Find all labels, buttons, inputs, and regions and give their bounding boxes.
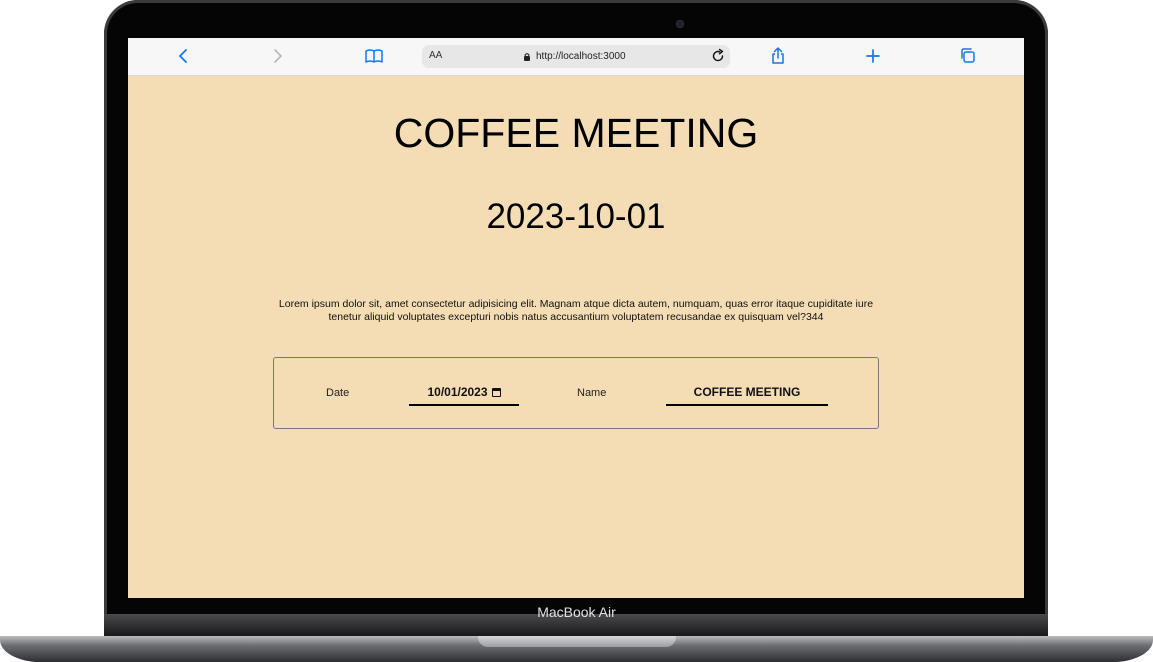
- chevron-right-icon: [274, 49, 282, 63]
- back-button[interactable]: [173, 46, 193, 66]
- page-title: COFFEE MEETING: [393, 110, 759, 156]
- browser-toolbar: AA http://localhost:3000: [128, 38, 1024, 76]
- reload-icon[interactable]: [710, 48, 726, 64]
- chevron-left-icon: [179, 49, 187, 63]
- browser-window: AA http://localhost:3000 COFFEE MEETING …: [128, 38, 1024, 598]
- forward-button[interactable]: [268, 46, 288, 66]
- page-date: 2023-10-01: [486, 197, 666, 236]
- book-icon: [365, 49, 383, 63]
- laptop-notch: [478, 636, 676, 647]
- tabs-icon: [961, 48, 975, 63]
- text-size-button[interactable]: AA: [429, 49, 442, 63]
- date-input-value: 10/01/2023: [427, 385, 488, 399]
- plus-icon: [866, 49, 880, 63]
- camera-icon: [676, 20, 684, 28]
- date-label: Date: [326, 387, 350, 399]
- url-text: http://localhost:3000: [536, 51, 626, 62]
- page-description: Lorem ipsum dolor sit, amet consectetur …: [278, 297, 874, 323]
- share-icon: [772, 47, 784, 64]
- meeting-form: Date 10/01/2023 Name COFFEE MEETING: [273, 357, 879, 429]
- laptop-mockup: AA http://localhost:3000 COFFEE MEETING …: [0, 0, 1153, 662]
- device-label: MacBook Air: [537, 604, 616, 620]
- address-bar[interactable]: AA http://localhost:3000: [422, 45, 730, 68]
- tabs-button[interactable]: [958, 46, 978, 66]
- new-tab-button[interactable]: [863, 46, 883, 66]
- share-button[interactable]: [768, 46, 788, 66]
- text-size-label: AA: [429, 50, 443, 61]
- name-input-value: COFFEE MEETING: [693, 385, 801, 399]
- name-label: Name: [577, 387, 607, 399]
- lock-icon: [524, 52, 530, 61]
- name-input[interactable]: COFFEE MEETING: [666, 380, 828, 406]
- bookmarks-button[interactable]: [364, 46, 384, 66]
- date-input[interactable]: 10/01/2023: [409, 380, 519, 406]
- calendar-icon[interactable]: [491, 387, 501, 397]
- url-display[interactable]: http://localhost:3000: [523, 49, 626, 64]
